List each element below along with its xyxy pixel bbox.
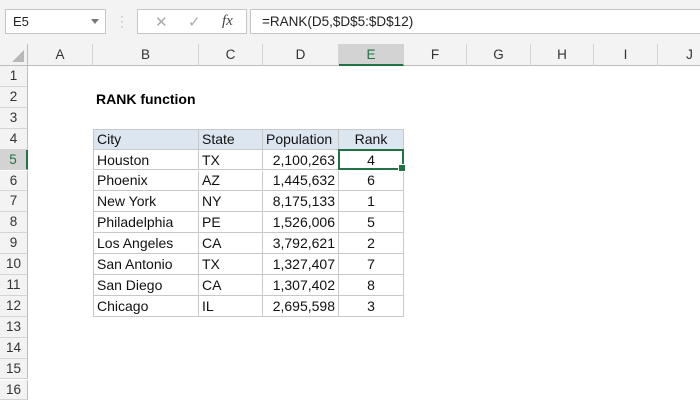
fx-icon[interactable]: fx (222, 13, 233, 30)
cell-state[interactable]: AZ (199, 170, 263, 192)
cell-rank[interactable]: 5 (339, 212, 404, 234)
cell-population[interactable]: 2,100,263 (263, 149, 339, 171)
cell-rank[interactable]: 4 (339, 149, 404, 171)
cell-state[interactable]: TX (199, 149, 263, 171)
table-header-state[interactable]: State (199, 128, 263, 150)
cell-city[interactable]: San Diego (93, 275, 199, 296)
cell-state[interactable]: PE (199, 212, 263, 234)
cell-population[interactable]: 1,307,402 (263, 275, 339, 296)
cell-population[interactable]: 1,327,407 (263, 254, 339, 275)
cell-state[interactable]: CA (199, 275, 263, 296)
column-header-h[interactable]: H (531, 44, 594, 66)
table-header-city[interactable]: City (93, 128, 199, 150)
cell-state[interactable]: TX (199, 254, 263, 275)
cell-rank[interactable]: 8 (339, 275, 404, 296)
formula-buttons: ✕ ✓ fx (137, 9, 247, 34)
row-header-11[interactable]: 11 (0, 275, 28, 296)
row-header-15[interactable]: 15 (0, 358, 28, 380)
row-header-4[interactable]: 4 (0, 128, 28, 150)
cell-population[interactable]: 2,695,598 (263, 295, 339, 317)
cell-population[interactable]: 1,445,632 (263, 170, 339, 192)
cell-city[interactable]: Philadelphia (93, 212, 199, 234)
row-header-2[interactable]: 2 (0, 86, 28, 108)
column-header-j[interactable]: J (658, 44, 700, 66)
sheet-title: RANK function (96, 90, 196, 107)
cell-rank[interactable]: 7 (339, 254, 404, 275)
row-header-13[interactable]: 13 (0, 316, 28, 338)
cell-city[interactable]: San Antonio (93, 254, 199, 275)
row-header-1[interactable]: 1 (0, 66, 28, 87)
cell-rank[interactable]: 3 (339, 295, 404, 317)
chevron-down-icon[interactable] (91, 19, 99, 24)
cell-rank[interactable]: 6 (339, 170, 404, 192)
row-header-9[interactable]: 9 (0, 233, 28, 255)
row-header-14[interactable]: 14 (0, 337, 28, 359)
formula-bar-area: E5 · · · ✕ ✓ fx =RANK(D5,$D$5:$D$12) (0, 0, 700, 44)
name-box-value: E5 (13, 14, 29, 29)
check-icon[interactable]: ✓ (188, 13, 201, 31)
row-header-6[interactable]: 6 (0, 170, 28, 192)
cell-state[interactable]: NY (199, 191, 263, 213)
column-header-f[interactable]: F (404, 44, 467, 66)
cell-population[interactable]: 3,792,621 (263, 233, 339, 255)
column-header-e[interactable]: E (339, 44, 404, 66)
column-header-i[interactable]: I (594, 44, 658, 66)
cell-city[interactable]: Houston (93, 149, 199, 171)
row-header-10[interactable]: 10 (0, 254, 28, 275)
column-header-g[interactable]: G (467, 44, 531, 66)
cell-city[interactable]: New York (93, 191, 199, 213)
table-header-population[interactable]: Population (263, 128, 339, 150)
column-header-b[interactable]: B (93, 44, 199, 66)
cell-population[interactable]: 8,175,133 (263, 191, 339, 213)
cell-city[interactable]: Chicago (93, 295, 199, 317)
cancel-icon[interactable]: ✕ (155, 13, 168, 31)
cell-state[interactable]: CA (199, 233, 263, 255)
row-header-16[interactable]: 16 (0, 379, 28, 400)
row-header-5[interactable]: 5 (0, 149, 28, 171)
row-header-12[interactable]: 12 (0, 295, 28, 317)
select-all-button[interactable] (0, 44, 28, 66)
formula-input[interactable]: =RANK(D5,$D$5:$D$12) (250, 9, 700, 34)
cell-state[interactable]: IL (199, 295, 263, 317)
table-header-rank[interactable]: Rank (339, 128, 404, 150)
cell-city[interactable]: Los Angeles (93, 233, 199, 255)
column-header-a[interactable]: A (28, 44, 93, 66)
row-header-3[interactable]: 3 (0, 107, 28, 129)
row-header-8[interactable]: 8 (0, 212, 28, 234)
cell-rank[interactable]: 2 (339, 233, 404, 255)
name-box[interactable]: E5 (5, 9, 106, 34)
drag-handle-icon[interactable]: · · · (120, 10, 124, 32)
cell-rank[interactable]: 1 (339, 191, 404, 213)
column-header-c[interactable]: C (199, 44, 263, 66)
row-header-7[interactable]: 7 (0, 191, 28, 213)
cell-city[interactable]: Phoenix (93, 170, 199, 192)
column-header-d[interactable]: D (263, 44, 339, 66)
spreadsheet-grid[interactable]: A B C D E F G H I J 1 2 3 4 5 6 7 8 9 10 11 12 13 14 15 16 RANK fu… (0, 44, 700, 400)
cell-population[interactable]: 1,526,006 (263, 212, 339, 234)
